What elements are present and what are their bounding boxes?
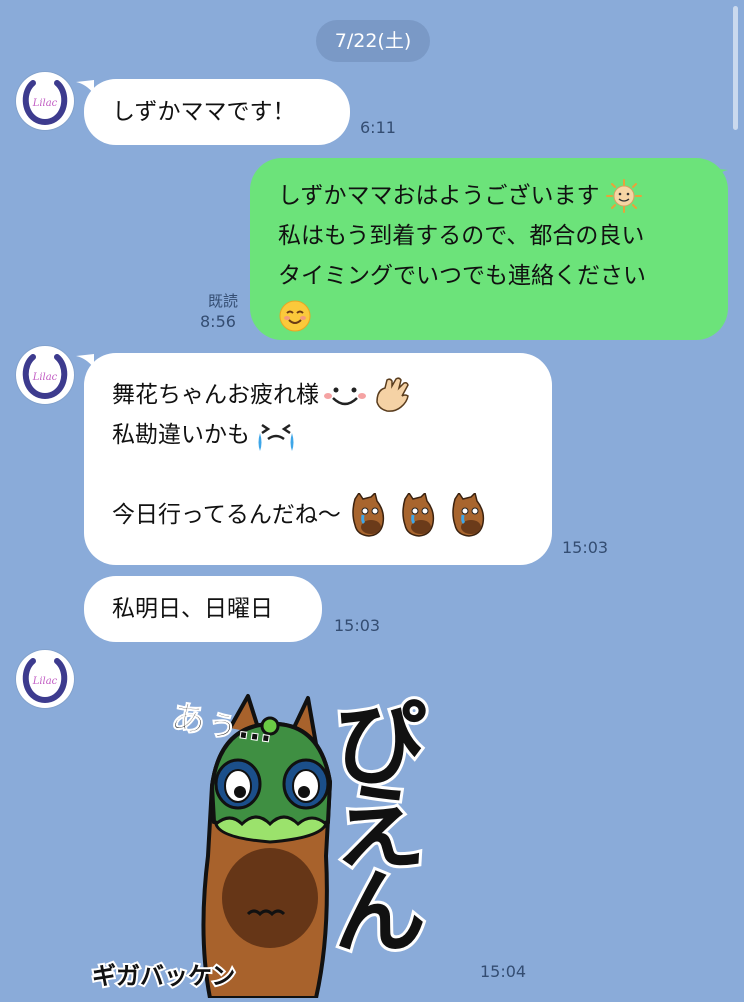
message-time: 15:03 xyxy=(562,538,609,557)
sticker-logo-text: ギガバッケン xyxy=(92,962,235,990)
svg-text:Lilac: Lilac xyxy=(32,372,58,383)
message-line xyxy=(278,296,728,336)
svg-text:Lilac: Lilac xyxy=(32,98,58,109)
message-line: しずかママおはようございます xyxy=(278,176,728,216)
message-time: 8:56 xyxy=(200,312,236,331)
message-line: 私はもう到着するので、都合の良い xyxy=(278,223,645,249)
read-receipt: 既読 xyxy=(208,292,239,310)
svg-text:Lilac: Lilac xyxy=(32,676,58,687)
sun-face-emoji-icon xyxy=(605,179,642,213)
message-line: 私勘違いかも xyxy=(112,415,552,455)
sticker-side-text: あぅ… xyxy=(169,697,276,751)
message-line: タイミングでいつでも連絡ください xyxy=(278,263,646,289)
avatar[interactable]: Lilac xyxy=(16,72,74,130)
message-time: 6:11 xyxy=(360,118,396,137)
sticker-horse-pien[interactable]: あぅ… ぴ え ん ギガバッケン xyxy=(80,686,460,1000)
date-separator: 7/22(土) xyxy=(316,20,430,62)
horse-crying-icon xyxy=(352,493,384,537)
message-line: 舞花ちゃんお疲れ様 xyxy=(112,375,552,415)
scrollbar[interactable] xyxy=(733,6,738,130)
horse-crying-icon xyxy=(452,493,484,537)
smile-face-icon xyxy=(324,387,366,406)
message-time: 15:03 xyxy=(334,616,381,635)
waving-hand-icon xyxy=(376,377,409,412)
horseshoe-logo-icon: Lilac xyxy=(22,658,68,703)
message-bubble-incoming[interactable]: しずかママです！ xyxy=(84,79,350,145)
message-line: 今日行ってるんだね〜 xyxy=(112,493,552,537)
message-text: 私明日、日曜日 xyxy=(112,596,273,622)
message-time: 15:04 xyxy=(480,962,527,981)
horse-crying-icon xyxy=(402,493,434,537)
crying-face-icon xyxy=(258,423,294,451)
horseshoe-logo-icon: Lilac xyxy=(22,354,68,399)
horseshoe-logo-icon: Lilac xyxy=(22,80,68,125)
message-line xyxy=(112,455,552,495)
message-bubble-incoming[interactable]: 舞花ちゃんお疲れ様 私勘違いかも 今日行ってるんだね〜 xyxy=(84,353,552,565)
smile-emoji-icon xyxy=(279,300,311,332)
sticker-main-text-3: ん xyxy=(334,859,426,966)
message-text: しずかママです！ xyxy=(112,99,296,125)
avatar[interactable]: Lilac xyxy=(16,346,74,404)
avatar[interactable]: Lilac xyxy=(16,650,74,708)
message-bubble-outgoing[interactable]: しずかママおはようございます 私はもう到着するので、都合の良い タイミングでいつ… xyxy=(250,158,728,340)
message-bubble-incoming[interactable]: 私明日、日曜日 xyxy=(84,576,322,642)
